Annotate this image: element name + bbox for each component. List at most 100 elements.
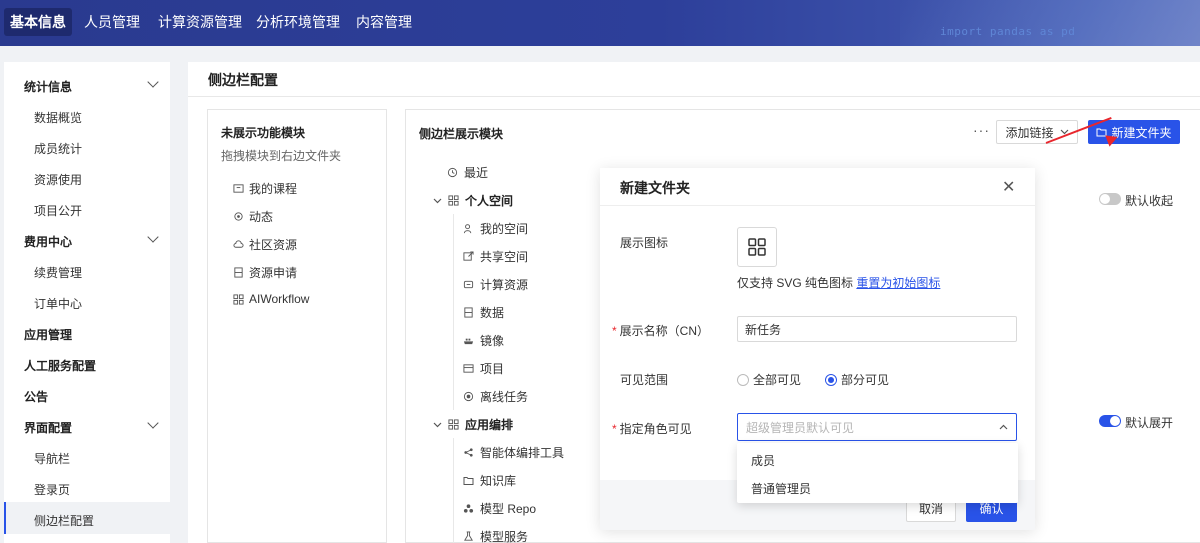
role-select[interactable]: 超级管理员默认可见 xyxy=(737,413,1017,441)
module-item-label: 资源申请 xyxy=(249,266,298,280)
close-icon[interactable]: ✕ xyxy=(1002,177,1015,197)
model-icon xyxy=(463,504,474,513)
nav-item-compute[interactable]: 计算资源管理 xyxy=(158,8,242,36)
chip-icon xyxy=(463,280,474,289)
folder-icon xyxy=(463,477,474,485)
sidebar-item-member-stats[interactable]: 成员统计 xyxy=(34,140,82,157)
tree-item-project[interactable]: 项目 xyxy=(463,360,504,377)
toggle-knob xyxy=(1100,194,1110,204)
chevron-down-icon[interactable] xyxy=(433,422,442,428)
hidden-modules-panel: 未展示功能模块 拖拽模块到右边文件夹 我的课程 动态 社区资源 资源申请 AIW… xyxy=(207,109,387,543)
icon-picker[interactable] xyxy=(737,227,777,267)
top-nav-bar: import pandas as pd 基本信息 人员管理 计算资源管理 分析环… xyxy=(0,0,1200,46)
course-icon xyxy=(233,184,244,193)
toggle-knob xyxy=(1110,416,1120,426)
module-item-resource-apply[interactable]: 资源申请 xyxy=(233,264,297,281)
sidebar-item-login-page[interactable]: 登录页 xyxy=(34,481,70,498)
tree-item-label: 模型 Repo xyxy=(480,502,537,516)
nav-item-analysis-env[interactable]: 分析环境管理 xyxy=(256,8,340,36)
scope-radio-all[interactable]: 全部可见 xyxy=(737,371,801,388)
project-icon xyxy=(463,364,474,373)
required-mark: * xyxy=(612,324,617,338)
module-item-label: 我的课程 xyxy=(249,182,298,196)
grid-icon xyxy=(233,293,244,305)
tree-item-data[interactable]: 数据 xyxy=(463,304,504,321)
dropdown-option-member[interactable]: 成员 xyxy=(751,452,775,469)
tree-item-label: 共享空间 xyxy=(480,250,529,264)
displayed-modules-title: 侧边栏展示模块 xyxy=(419,127,504,141)
grid-icon xyxy=(448,419,459,430)
scope-radio-partial[interactable]: 部分可见 xyxy=(825,371,889,388)
sidebar-group-ui-config[interactable]: 界面配置 xyxy=(24,419,72,436)
collapse-toggle[interactable] xyxy=(1099,193,1121,205)
tree-item-label: 模型服务 xyxy=(480,530,529,543)
sidebar-item-data-overview[interactable]: 数据概览 xyxy=(34,109,82,126)
tree-group-label: 应用编排 xyxy=(465,418,514,432)
tree-item-label: 最近 xyxy=(464,166,489,180)
tree-item-agent-tool[interactable]: 智能体编排工具 xyxy=(463,444,564,461)
module-item-my-course[interactable]: 我的课程 xyxy=(233,180,297,197)
icon-hint-text: 仅支持 SVG 纯色图标 xyxy=(737,276,854,290)
container-icon xyxy=(463,338,474,345)
sidebar-item-resource-usage[interactable]: 资源使用 xyxy=(34,171,82,188)
nav-item-basic-info[interactable]: 基本信息 xyxy=(4,8,72,36)
tree-group-label: 个人空间 xyxy=(465,194,514,208)
page-title: 侧边栏配置 xyxy=(208,72,278,88)
sidebar-item-renewal[interactable]: 续费管理 xyxy=(34,264,82,281)
modal-title: 新建文件夹 xyxy=(620,180,690,196)
chevron-down-icon[interactable] xyxy=(147,231,159,243)
sidebar-item-orders[interactable]: 订单中心 xyxy=(34,295,82,312)
role-field-label: * 指定角色可见 xyxy=(612,420,692,437)
tree-item-compute[interactable]: 计算资源 xyxy=(463,276,528,293)
tree-group-app-orchestration[interactable]: 应用编排 xyxy=(433,416,513,433)
reset-icon-link[interactable]: 重置为初始图标 xyxy=(856,276,940,290)
sidebar-group-manual-service[interactable]: 人工服务配置 xyxy=(24,357,96,374)
module-item-community[interactable]: 社区资源 xyxy=(233,236,297,253)
user-icon xyxy=(463,224,472,234)
tree-item-model-service[interactable]: 模型服务 xyxy=(463,528,528,543)
display-name-input[interactable] xyxy=(737,316,1017,342)
database-icon xyxy=(464,307,473,318)
tree-item-label: 镜像 xyxy=(480,334,505,348)
tree-item-knowledge-base[interactable]: 知识库 xyxy=(463,472,516,489)
sidebar-group-apps[interactable]: 应用管理 xyxy=(24,326,72,343)
tree-item-offline-task[interactable]: 离线任务 xyxy=(463,388,528,405)
module-item-feed[interactable]: 动态 xyxy=(233,208,273,225)
sidebar-item-sidebar-config[interactable]: 侧边栏配置 xyxy=(34,512,94,529)
sidebar-group-stats[interactable]: 统计信息 xyxy=(24,78,72,95)
role-dropdown-menu: 成员 普通管理员 xyxy=(737,443,1018,503)
tree-item-label: 项目 xyxy=(480,362,505,376)
tree-item-shared-space[interactable]: 共享空间 xyxy=(463,248,528,265)
tree-item-my-space[interactable]: 我的空间 xyxy=(463,220,528,237)
tree-item-label: 智能体编排工具 xyxy=(480,446,565,460)
add-link-button[interactable]: 添加链接 xyxy=(996,120,1078,144)
expand-toggle[interactable] xyxy=(1099,415,1121,427)
module-item-aiworkflow[interactable]: AIWorkflow xyxy=(233,292,309,306)
tree-item-model-repo[interactable]: 模型 Repo xyxy=(463,500,536,517)
chevron-down-icon[interactable] xyxy=(147,76,159,88)
sidebar-item-navbar[interactable]: 导航栏 xyxy=(34,450,70,467)
expand-toggle-label: 默认展开 xyxy=(1125,416,1174,430)
tree-item-recent[interactable]: 最近 xyxy=(447,164,488,181)
sidebar-group-announcement[interactable]: 公告 xyxy=(24,388,48,405)
tree-item-label: 计算资源 xyxy=(480,278,529,292)
dropdown-option-admin[interactable]: 普通管理员 xyxy=(751,480,811,497)
radio-label: 部分可见 xyxy=(841,373,890,387)
nav-item-content[interactable]: 内容管理 xyxy=(356,8,412,36)
tree-item-image[interactable]: 镜像 xyxy=(463,332,504,349)
chevron-down-icon[interactable] xyxy=(147,417,159,429)
name-field-label: * 展示名称（CN） xyxy=(612,322,709,339)
tree-guide-line xyxy=(453,438,454,543)
sidebar-group-billing[interactable]: 费用中心 xyxy=(24,233,72,250)
sidebar-item-project-public[interactable]: 项目公开 xyxy=(34,202,82,219)
role-select-placeholder: 超级管理员默认可见 xyxy=(746,420,855,435)
nav-item-people[interactable]: 人员管理 xyxy=(84,8,140,36)
required-mark: * xyxy=(612,422,617,436)
more-icon[interactable]: ··· xyxy=(973,122,990,138)
chevron-down-icon[interactable] xyxy=(433,198,442,204)
nav-code-decoration: import pandas as pd xyxy=(940,25,1076,38)
new-folder-button[interactable]: 新建文件夹 xyxy=(1088,120,1180,144)
tree-group-personal-space[interactable]: 个人空间 xyxy=(433,192,513,209)
tree-item-label: 我的空间 xyxy=(480,222,529,236)
chevron-up-icon xyxy=(999,424,1008,430)
